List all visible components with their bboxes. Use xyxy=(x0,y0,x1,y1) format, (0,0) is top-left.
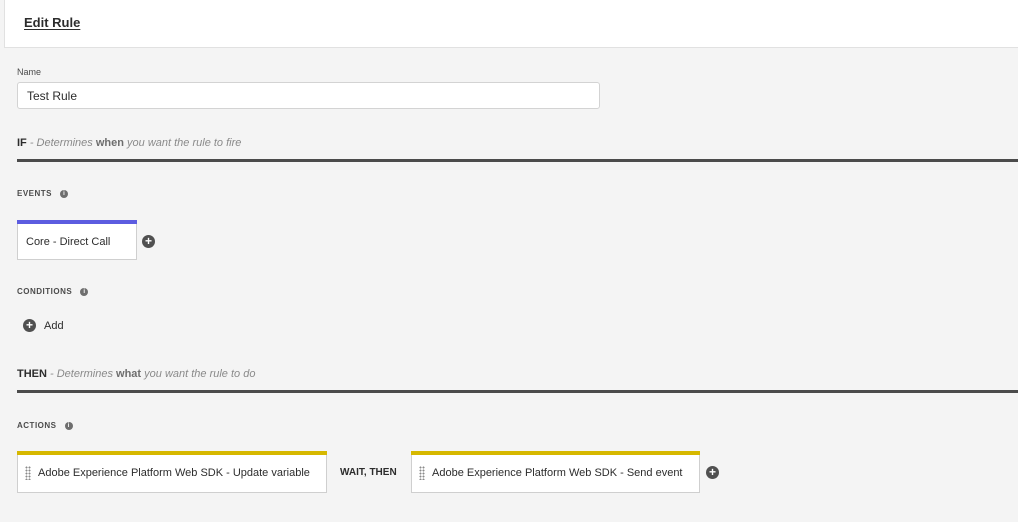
if-divider xyxy=(17,159,1018,162)
event-card-label: Core - Direct Call xyxy=(26,236,111,248)
action-card-update-variable[interactable]: Adobe Experience Platform Web SDK - Upda… xyxy=(17,451,327,493)
if-section-heading: IF - Determines when you want the rule t… xyxy=(17,137,241,149)
info-icon[interactable]: i xyxy=(80,287,89,296)
add-condition-button[interactable]: + Add xyxy=(23,319,64,332)
then-desc-post: you want the rule to do xyxy=(141,368,256,380)
info-icon[interactable]: i xyxy=(60,189,69,198)
action-card-accent xyxy=(17,451,327,455)
actions-label: ACTIONS xyxy=(17,421,57,430)
events-heading: EVENTS i xyxy=(17,189,69,198)
event-card-accent xyxy=(17,220,137,224)
drag-handle-icon[interactable] xyxy=(25,466,31,480)
if-desc-pre: - Determines xyxy=(26,137,96,149)
then-divider xyxy=(17,390,1018,393)
then-desc-pre: - Determines xyxy=(46,368,117,380)
plus-circle-icon: + xyxy=(23,319,36,332)
then-desc-emphasis: what xyxy=(116,368,142,380)
action-card-label: Adobe Experience Platform Web SDK - Upda… xyxy=(38,467,310,479)
header-bar: Edit Rule xyxy=(4,0,1018,48)
if-desc-post: you want the rule to fire xyxy=(123,137,242,149)
conditions-heading: CONDITIONS i xyxy=(17,287,89,296)
name-input[interactable] xyxy=(17,82,600,109)
events-label: EVENTS xyxy=(17,189,53,198)
add-event-icon[interactable]: + xyxy=(142,235,155,248)
event-card-direct-call[interactable]: Core - Direct Call xyxy=(17,220,137,260)
if-desc-emphasis: when xyxy=(95,137,124,149)
conditions-label: CONDITIONS xyxy=(17,287,73,296)
actions-heading: ACTIONS i xyxy=(17,421,73,430)
action-card-label: Adobe Experience Platform Web SDK - Send… xyxy=(432,467,683,479)
info-icon[interactable]: i xyxy=(64,421,73,430)
then-keyword: THEN xyxy=(17,368,47,380)
action-card-send-event[interactable]: Adobe Experience Platform Web SDK - Send… xyxy=(411,451,700,493)
drag-handle-icon[interactable] xyxy=(419,466,425,480)
name-label: Name xyxy=(17,67,42,77)
action-card-accent xyxy=(411,451,700,455)
if-keyword: IF xyxy=(17,137,27,149)
add-condition-label: Add xyxy=(44,319,64,332)
then-section-heading: THEN - Determines what you want the rule… xyxy=(17,368,255,380)
page-title[interactable]: Edit Rule xyxy=(24,15,80,30)
add-action-icon[interactable]: + xyxy=(706,466,719,479)
wait-then-label: WAIT, THEN xyxy=(340,467,397,478)
